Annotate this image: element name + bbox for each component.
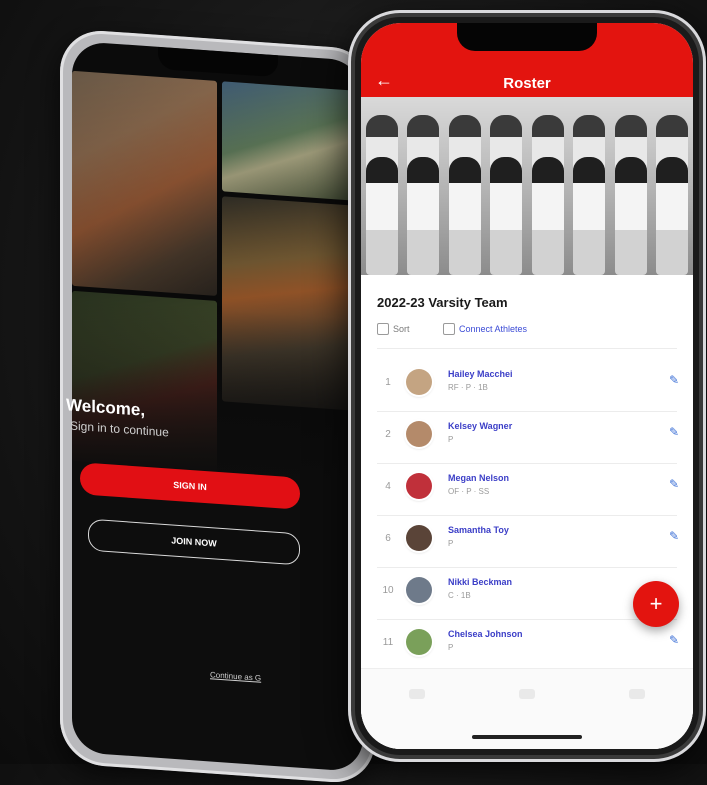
player-avatar (406, 629, 432, 655)
phone-notch (457, 23, 597, 51)
add-player-button[interactable]: + (633, 581, 679, 627)
player-position: OF · P · SS (448, 487, 490, 496)
player-row[interactable]: 6 Samantha Toy P ✎ (361, 517, 693, 569)
edit-pencil-icon[interactable]: ✎ (669, 529, 679, 543)
player-position: P (448, 643, 454, 652)
player-number: 11 (382, 637, 394, 648)
roster-phone: ← Roster 2022-23 Varsity Team Sort Conne… (348, 10, 706, 762)
player-name[interactable]: Chelsea Johnson (448, 629, 523, 639)
player-row[interactable]: 11 Chelsea Johnson P ✎ (361, 621, 693, 673)
connect-athletes-label: Connect Athletes (459, 324, 528, 334)
player-number: 4 (385, 481, 391, 492)
player-name[interactable]: Kelsey Wagner (448, 421, 512, 431)
divider (377, 348, 677, 349)
page-title: Roster (503, 75, 551, 92)
divider (377, 619, 677, 620)
player-position: C · 1B (448, 591, 471, 600)
team-photo (361, 97, 693, 275)
tab-home[interactable] (409, 689, 425, 699)
player-number: 6 (385, 533, 391, 544)
divider (377, 411, 677, 412)
divider (377, 515, 677, 516)
player-avatar (406, 473, 432, 499)
player-avatar (406, 525, 432, 551)
player-name[interactable]: Hailey Macchei (448, 369, 513, 379)
connect-athletes-button[interactable]: Connect Athletes (443, 323, 527, 335)
player-name[interactable]: Nikki Beckman (448, 577, 512, 587)
edit-pencil-icon[interactable]: ✎ (669, 373, 679, 387)
player-position: RF · P · 1B (448, 383, 488, 392)
player-row[interactable]: 4 Megan Nelson OF · P · SS ✎ (361, 465, 693, 517)
player-position: P (448, 539, 454, 548)
divider (377, 567, 677, 568)
player-avatar (406, 369, 432, 395)
team-name: 2022-23 Varsity Team (377, 295, 508, 310)
player-avatar (406, 577, 432, 603)
player-number: 10 (382, 585, 394, 596)
player-row[interactable]: 2 Kelsey Wagner P ✎ (361, 413, 693, 465)
tab-roster[interactable] (519, 689, 535, 699)
player-avatar (406, 421, 432, 447)
edit-pencil-icon[interactable]: ✎ (669, 477, 679, 491)
divider (377, 463, 677, 464)
sort-label: Sort (393, 324, 410, 334)
edit-pencil-icon[interactable]: ✎ (669, 425, 679, 439)
player-name[interactable]: Megan Nelson (448, 473, 509, 483)
link-icon (443, 323, 455, 335)
home-indicator (472, 735, 582, 739)
player-number: 2 (385, 429, 391, 440)
roster-screen: ← Roster 2022-23 Varsity Team Sort Conne… (361, 23, 693, 749)
tab-bar (361, 668, 693, 749)
tab-more[interactable] (629, 689, 645, 699)
sort-icon (377, 323, 389, 335)
player-number: 1 (385, 377, 391, 388)
edit-pencil-icon[interactable]: ✎ (669, 633, 679, 647)
player-row[interactable]: 1 Hailey Macchei RF · P · 1B ✎ (361, 361, 693, 413)
player-position: P (448, 435, 454, 444)
player-name[interactable]: Samantha Toy (448, 525, 509, 535)
sort-button[interactable]: Sort (377, 323, 410, 335)
